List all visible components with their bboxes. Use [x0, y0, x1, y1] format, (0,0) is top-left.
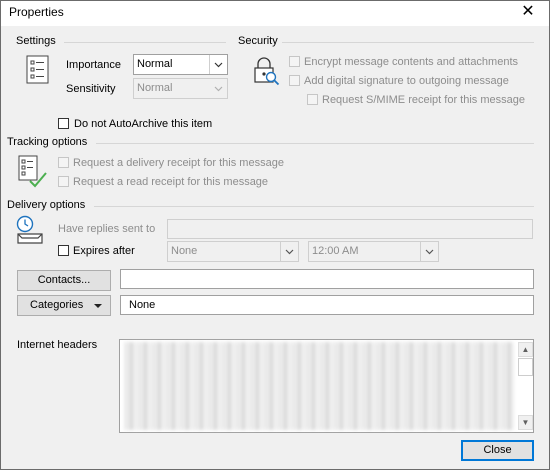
replies-field: [167, 219, 533, 239]
redacted-headers: [124, 342, 514, 430]
delivery-divider: [94, 206, 534, 207]
expires-checkbox[interactable]: [58, 245, 69, 256]
signature-checkbox[interactable]: [289, 75, 300, 86]
encrypt-label: Encrypt message contents and attachments: [304, 56, 519, 68]
smime-label: Request S/MIME receipt for this message: [322, 94, 525, 106]
categories-field[interactable]: None: [120, 295, 534, 315]
sensitivity-value: Normal: [137, 82, 173, 94]
read-receipt-label: Request a read receipt for this message: [73, 176, 269, 188]
tracking-checklist-icon: [18, 155, 47, 188]
delivery-header: Delivery options: [7, 199, 86, 211]
importance-label: Importance: [66, 59, 122, 71]
window-title: Properties: [9, 5, 64, 19]
chevron-down-icon: [420, 242, 438, 261]
categories-label: Categories: [30, 299, 84, 311]
expires-time-select: 12:00 AM: [308, 241, 439, 262]
sensitivity-label: Sensitivity: [66, 83, 116, 95]
contacts-button[interactable]: Contacts...: [17, 270, 111, 291]
expires-date-select: None: [167, 241, 299, 262]
categories-button[interactable]: Categories: [17, 295, 111, 316]
expires-label: Expires after: [73, 245, 135, 257]
expires-date-value: None: [171, 245, 198, 257]
autoarchive-checkbox[interactable]: [58, 118, 69, 129]
chevron-down-icon: [210, 79, 227, 98]
delivery-receipt-checkbox[interactable]: [58, 157, 69, 168]
close-icon[interactable]: ✕: [518, 2, 538, 22]
sensitivity-select: Normal: [133, 78, 228, 99]
security-divider: [282, 42, 534, 43]
smime-checkbox[interactable]: [307, 94, 318, 105]
tracking-divider: [96, 143, 534, 144]
settings-header: Settings: [16, 35, 56, 47]
settings-divider: [64, 42, 226, 43]
security-header: Security: [238, 35, 278, 47]
importance-value: Normal: [137, 58, 173, 70]
chevron-down-icon: [280, 242, 298, 261]
encrypt-checkbox[interactable]: [289, 56, 300, 67]
close-button[interactable]: Close: [461, 440, 534, 461]
expires-time-value: 12:00 AM: [312, 245, 359, 257]
scroll-up-arrow[interactable]: ▲: [518, 342, 533, 357]
scroll-down-arrow[interactable]: ▼: [518, 415, 533, 430]
clock-tray-icon: [16, 215, 43, 244]
internet-headers-box[interactable]: ▲ ▼: [119, 339, 534, 433]
tracking-header: Tracking options: [7, 136, 88, 148]
delivery-receipt-label: Request a delivery receipt for this mess…: [73, 157, 284, 169]
internet-headers-label: Internet headers: [17, 339, 98, 351]
caret-down-icon: [93, 296, 103, 322]
read-receipt-checkbox[interactable]: [58, 176, 69, 187]
signature-label: Add digital signature to outgoing messag…: [304, 75, 509, 87]
settings-list-icon: [26, 55, 49, 84]
importance-select[interactable]: Normal: [133, 54, 228, 75]
scrollbar-thumb[interactable]: [518, 358, 533, 376]
replies-label: Have replies sent to: [58, 223, 156, 235]
title-bar: [0, 0, 550, 26]
lock-search-icon: [254, 57, 280, 86]
contacts-field[interactable]: [120, 269, 534, 289]
autoarchive-label: Do not AutoArchive this item: [74, 118, 213, 130]
chevron-down-icon: [209, 55, 227, 74]
